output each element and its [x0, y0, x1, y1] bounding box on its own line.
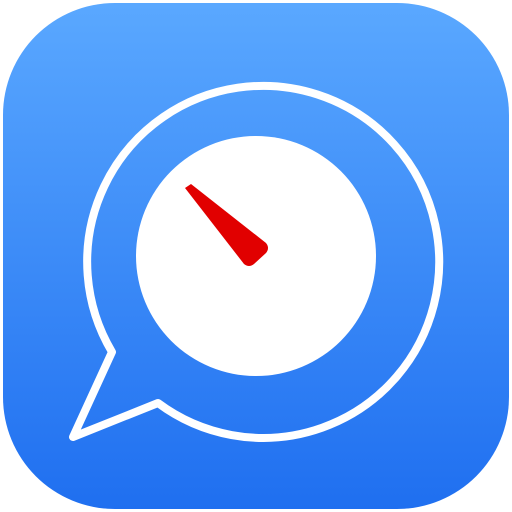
- speech-bubble-gauge-icon: [3, 3, 509, 509]
- app-icon[interactable]: [0, 0, 512, 512]
